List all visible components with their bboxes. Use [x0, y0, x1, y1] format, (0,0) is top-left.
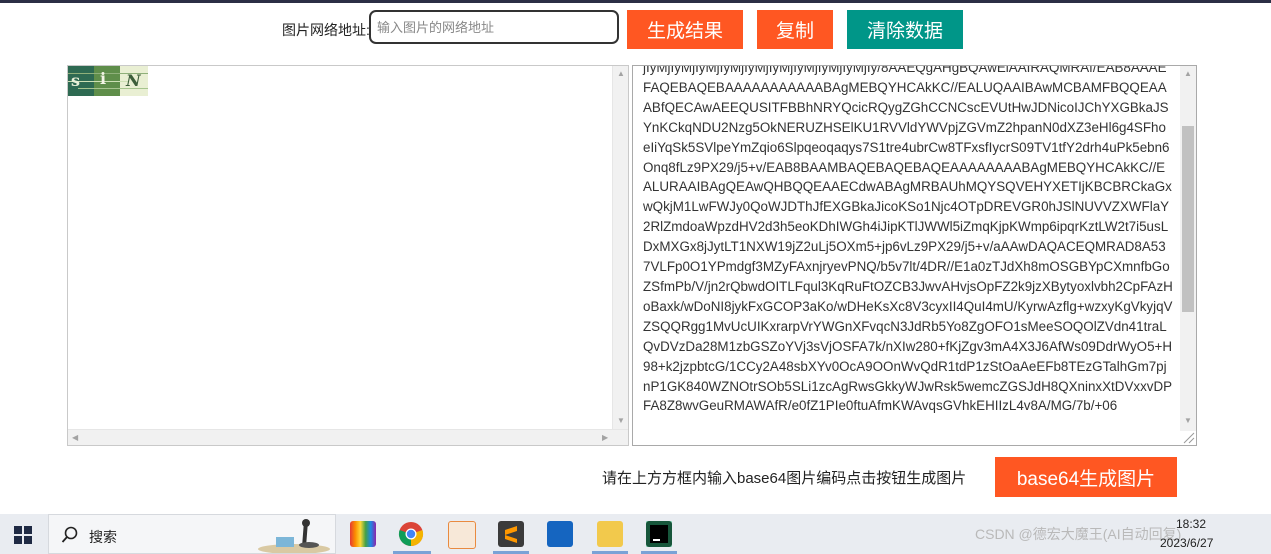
clear-data-button[interactable]: 清除数据	[847, 10, 963, 49]
scroll-left-icon[interactable]: ◀	[72, 433, 78, 443]
base64-generate-image-button[interactable]: base64生成图片	[995, 457, 1177, 497]
sublime-logo-icon	[505, 526, 517, 543]
taskbar-date[interactable]: 2023/6/27	[1160, 536, 1213, 550]
csdn-watermark: CSDN @德宏大魔王(AI自动回复)	[975, 526, 1182, 542]
taskbar-search-box[interactable]: 搜索	[48, 514, 336, 554]
scrollbar-thumb[interactable]	[1182, 126, 1194, 312]
copy-button[interactable]: 复制	[757, 10, 833, 49]
image-preview-panel[interactable]: s i N ▲ ▼ ◀ ▶	[67, 65, 629, 446]
window-top-border	[0, 0, 1271, 3]
file-explorer-icon[interactable]	[597, 521, 623, 547]
isp-network-icon[interactable]	[547, 521, 573, 547]
captcha-char: N	[126, 71, 141, 90]
search-icon	[61, 526, 78, 543]
base64-textarea[interactable]: jIyMjIyMjIyMjIyMjIyMjIyMjIyMjIyMjIyMjIy/…	[632, 65, 1197, 446]
base64-text: jIyMjIyMjIyMjIyMjIyMjIyMjIyMjIyMjIyMjIy/…	[643, 65, 1173, 414]
taskbar: 搜索 CSDN @德宏大魔王(AI自动回复) 18:32 2023/6/27	[0, 514, 1271, 554]
instruction-text: 请在上方方框内输入base64图片编码点击按钮生成图片	[602, 470, 967, 487]
scroll-down-icon[interactable]: ▼	[617, 416, 625, 426]
scroll-up-icon[interactable]: ▲	[1184, 69, 1192, 79]
captcha-image: s i N	[68, 66, 148, 96]
search-highlight-illustration-icon	[258, 519, 330, 553]
url-input[interactable]	[369, 10, 619, 44]
left-horizontal-scrollbar[interactable]: ◀ ▶	[68, 429, 628, 445]
textarea-vertical-scrollbar[interactable]: ▲ ▼	[1180, 66, 1196, 431]
scroll-down-icon[interactable]: ▼	[1184, 416, 1192, 426]
notes-app-icon[interactable]	[448, 521, 476, 549]
pycharm-logo-icon	[646, 521, 672, 547]
sublime-text-icon[interactable]	[498, 521, 524, 547]
color-picker-app-icon[interactable]	[350, 521, 376, 547]
scroll-right-icon[interactable]: ▶	[602, 433, 608, 443]
left-vertical-scrollbar[interactable]: ▲ ▼	[612, 66, 628, 431]
windows-start-icon[interactable]	[14, 526, 32, 544]
captcha-char: i	[100, 69, 107, 88]
url-label: 图片网络地址:	[282, 22, 370, 38]
taskbar-time[interactable]: 18:32	[1176, 517, 1206, 531]
chrome-browser-icon[interactable]	[398, 521, 424, 547]
pycharm-icon[interactable]	[646, 521, 672, 547]
captcha-char: s	[71, 71, 81, 90]
scroll-up-icon[interactable]: ▲	[617, 69, 625, 79]
search-label: 搜索	[89, 529, 117, 545]
resize-handle-icon[interactable]	[1181, 430, 1195, 444]
generate-button[interactable]: 生成结果	[627, 10, 743, 49]
